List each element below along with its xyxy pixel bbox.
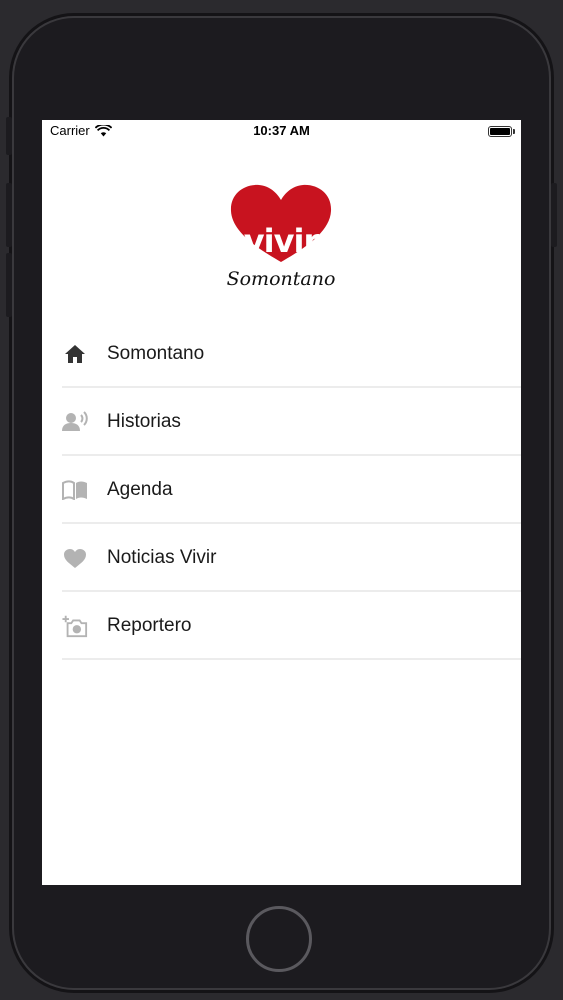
add-camera-icon [62,613,88,639]
menu-item-agenda[interactable]: Agenda [42,456,521,524]
menu-item-noticias-vivir[interactable]: Noticias Vivir [42,524,521,592]
mute-switch [6,117,12,155]
home-button[interactable] [246,906,312,972]
divider [62,658,521,660]
status-bar: Carrier 10:37 AM [42,120,521,142]
app-screen: Carrier 10:37 AM vivir Somontano Somonta… [42,120,521,885]
menu-item-historias[interactable]: Historias [42,388,521,456]
menu-item-label: Historias [107,411,181,432]
side-menu: Somontano Historias Agenda Noticias Vivi… [42,320,521,660]
logo-subtitle: Somontano [226,268,336,290]
people-speaking-icon [62,409,88,435]
menu-item-label: Noticias Vivir [107,547,217,568]
power-button [551,183,557,247]
menu-item-label: Somontano [107,343,205,364]
open-book-icon [62,477,88,503]
logo-word: vivir [243,222,319,260]
menu-item-somontano[interactable]: Somontano [42,320,521,388]
menu-item-reportero[interactable]: Reportero [42,592,521,660]
menu-item-label: Reportero [107,615,192,636]
home-icon [62,341,88,367]
heart-icon [62,545,88,571]
app-logo: vivir Somontano [42,182,521,292]
volume-down-button [6,253,12,317]
battery-full-icon [488,126,515,137]
clock: 10:37 AM [253,123,310,138]
menu-item-label: Agenda [107,479,173,500]
volume-up-button [6,183,12,247]
